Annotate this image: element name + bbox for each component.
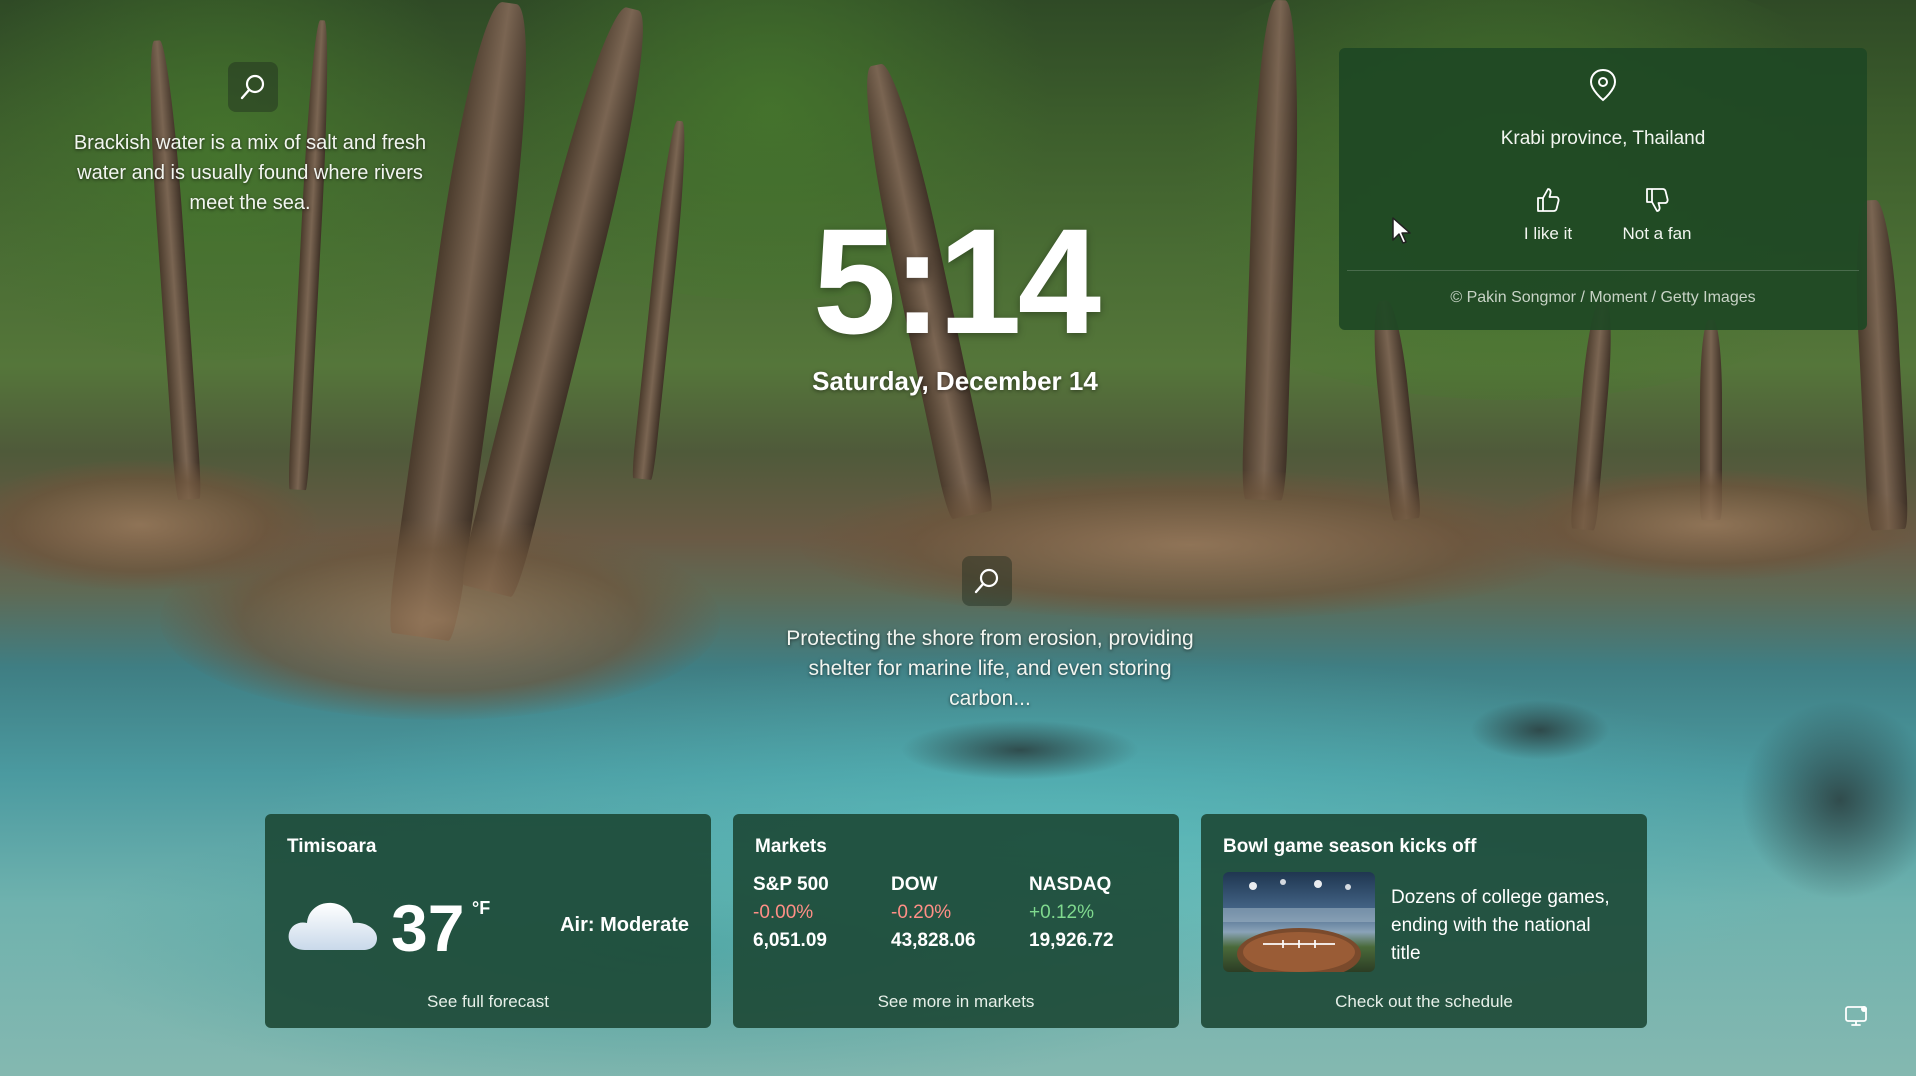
image-credit: © Pakin Songmor / Moment / Getty Images — [1450, 289, 1756, 306]
market-index-nasdaq[interactable]: NASDAQ +0.12% 19,926.72 — [1029, 874, 1159, 952]
market-index-change: -0.00% — [753, 902, 814, 923]
like-label: I like it — [1523, 224, 1573, 243]
cloud-icon — [288, 902, 377, 950]
see-full-forecast-link[interactable]: See full forecast — [265, 992, 711, 1012]
location-pin-icon — [1589, 68, 1617, 102]
dislike-label: Not a fan — [1622, 224, 1692, 243]
search-icon — [240, 74, 265, 100]
rock — [1470, 700, 1610, 760]
rock — [900, 720, 1140, 780]
mangrove-roots — [800, 470, 1580, 620]
market-index-value: 6,051.09 — [753, 930, 827, 951]
market-index-value: 19,926.72 — [1029, 930, 1114, 951]
lock-clock-date: Saturday, December 14 — [812, 366, 1098, 396]
rock — [1740, 700, 1916, 900]
market-index-name: NASDAQ — [1029, 874, 1112, 895]
weather-widget[interactable]: Timisoara 37 °F Air: Moderate See full f… — [265, 814, 711, 1028]
spotlight-info-card: Krabi province, Thailand I like it Not a… — [1339, 48, 1867, 330]
search-fact-button[interactable] — [962, 556, 1012, 606]
market-index-change: -0.20% — [891, 902, 952, 923]
news-widget[interactable]: Bowl game season kicks off Dozens of col… — [1201, 814, 1647, 1028]
mangrove-roots — [1500, 470, 1916, 580]
air-quality: Air: Moderate — [560, 914, 689, 936]
market-index-dow[interactable]: DOW -0.20% 43,828.06 — [891, 874, 1021, 952]
mouse-cursor-icon — [1392, 217, 1411, 244]
thumbs-down-icon — [1646, 188, 1669, 212]
markets-widget[interactable]: Markets S&P 500 -0.00% 6,051.09 DOW -0.2… — [733, 814, 1179, 1028]
dislike-button[interactable]: Not a fan — [1597, 186, 1717, 244]
temperature-unit: °F — [472, 898, 491, 918]
market-index-sp500[interactable]: S&P 500 -0.00% 6,051.09 — [753, 874, 883, 952]
news-thumbnail[interactable] — [1223, 872, 1375, 972]
spotlight-location[interactable]: Krabi province, Thailand — [1339, 128, 1867, 150]
football-stadium-image — [1223, 879, 1375, 972]
news-summary: Dozens of college games, ending with the… — [1391, 887, 1610, 964]
market-index-name: S&P 500 — [753, 874, 829, 895]
display-settings-icon[interactable] — [1844, 1004, 1870, 1028]
check-out-schedule-link[interactable]: Check out the schedule — [1201, 992, 1647, 1012]
market-index-value: 43,828.06 — [891, 930, 976, 951]
market-index-name: DOW — [891, 874, 938, 895]
like-button[interactable]: I like it — [1488, 186, 1608, 244]
weather-city: Timisoara — [287, 836, 377, 857]
markets-title: Markets — [755, 836, 827, 857]
fact-caption-top[interactable]: Brackish water is a mix of salt and fres… — [55, 128, 445, 218]
temperature-value: 37 — [391, 891, 465, 965]
lock-clock-time: 5:14 — [812, 197, 1101, 365]
news-headline: Bowl game season kicks off — [1223, 836, 1477, 857]
search-icon — [974, 568, 999, 594]
thumbs-up-icon — [1537, 188, 1560, 212]
divider — [1347, 270, 1859, 271]
search-fact-button[interactable] — [228, 62, 278, 112]
fact-caption-middle[interactable]: Protecting the shore from erosion, provi… — [785, 624, 1195, 714]
market-index-change: +0.12% — [1029, 902, 1094, 923]
see-more-in-markets-link[interactable]: See more in markets — [733, 992, 1179, 1012]
